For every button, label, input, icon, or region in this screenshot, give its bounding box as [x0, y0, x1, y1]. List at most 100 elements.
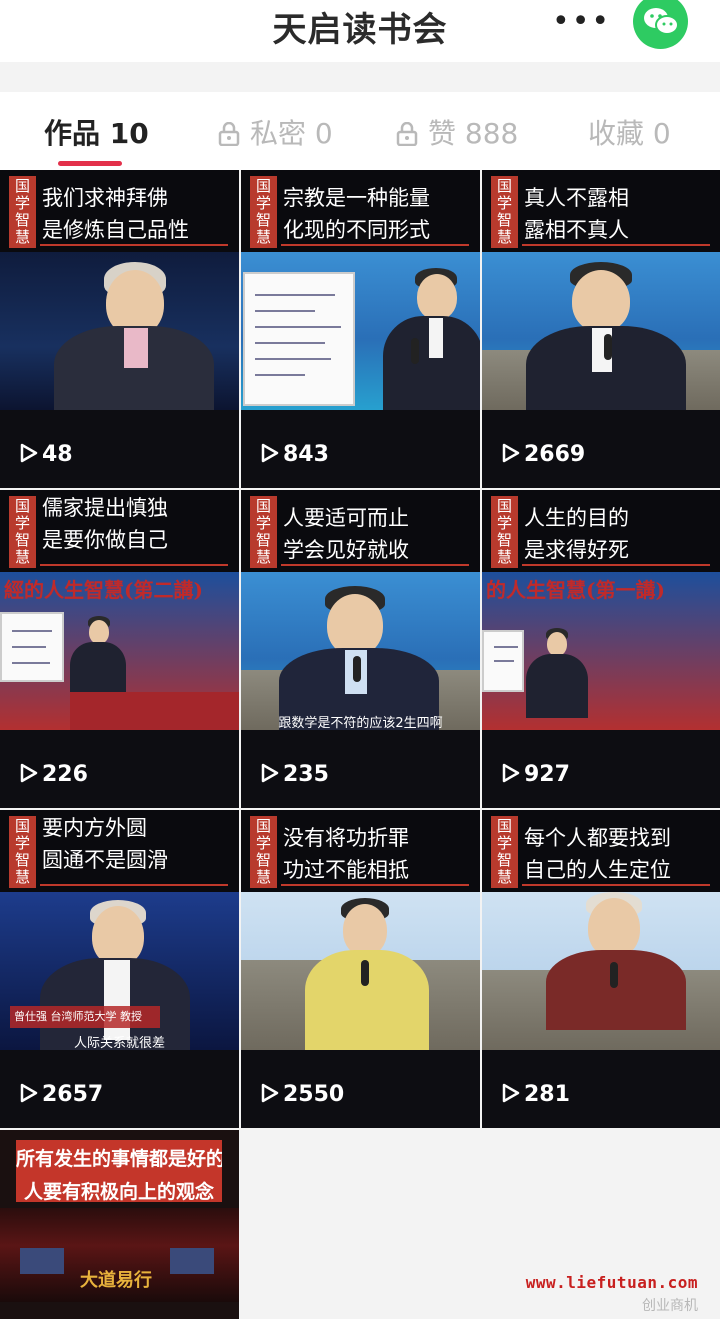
caption-divider [522, 884, 710, 886]
category-badge: 国学智慧 [250, 816, 277, 888]
whiteboard [243, 272, 355, 406]
caption-line-2: 学会见好就收 [283, 538, 409, 562]
video-card[interactable]: 国学智慧 宗教是一种能量 化现的不同形式 843 [241, 170, 480, 488]
video-thumbnail [241, 252, 480, 410]
video-card[interactable]: 所有发生的事情都是好的 人要有积极向上的观念 大道易行 [0, 1130, 239, 1319]
video-card[interactable]: 国学智慧 儒家提出慎独 是要你做自己 經的人生智慧(第二講) 226 [0, 490, 239, 808]
video-subtitle: 人际关系就很差 [73, 1036, 165, 1050]
video-thumbnail: 曾仕强 台湾师范大学 教授 人际关系就很差 [0, 892, 239, 1050]
caption-divider [40, 884, 228, 886]
tab-works[interactable]: 作品 10 [44, 112, 149, 152]
view-count: 235 [261, 762, 329, 787]
tab-favorites-label: 收藏 0 [588, 117, 671, 150]
tab-favorites[interactable]: 收藏 0 [588, 112, 671, 152]
video-thumbnail [241, 892, 480, 1050]
video-caption: 国学智慧 人要适可而止 学会见好就收 [241, 490, 480, 572]
play-icon [20, 1083, 38, 1103]
caption-line-1: 每个人都要找到 [524, 826, 671, 850]
caption-divider [281, 564, 469, 566]
video-thumbnail: 經的人生智慧(第二講) [0, 572, 239, 730]
caption-divider [522, 564, 710, 566]
video-caption: 国学智慧 真人不露相 露相不真人 [482, 170, 720, 252]
video-thumbnail: 跟数学是不符的应该2生四啊 [241, 572, 480, 730]
video-caption: 国学智慧 人生的目的 是求得好死 [482, 490, 720, 572]
play-icon [502, 1083, 520, 1103]
category-badge: 国学智慧 [491, 496, 518, 568]
caption-line-1: 要内方外圆 [42, 816, 147, 840]
view-count: 2657 [20, 1082, 103, 1107]
caption-line-2: 化现的不同形式 [283, 218, 430, 242]
profile-tabs: 作品 10 私密 0 赞 888 收藏 0 [0, 92, 720, 170]
category-badge: 国学智慧 [250, 496, 277, 568]
play-icon [261, 1083, 279, 1103]
caption-divider [281, 244, 469, 246]
caption-line-1: 我们求神拜佛 [42, 186, 168, 210]
video-thumbnail [0, 252, 239, 410]
caption-line-2: 是要你做自己 [42, 528, 168, 552]
view-count: 48 [20, 442, 73, 467]
lock-icon [218, 122, 240, 146]
app-header: 天启读书会 ••• [0, 0, 720, 62]
play-icon [261, 763, 279, 783]
stage-thumbnail: 大道易行 [0, 1208, 239, 1302]
video-card[interactable]: 国学智慧 每个人都要找到 自己的人生定位 281 [482, 810, 720, 1128]
caption-line-2: 自己的人生定位 [524, 858, 671, 882]
tab-likes[interactable]: 赞 888 [396, 112, 518, 152]
view-count: 2669 [502, 442, 585, 467]
play-icon [502, 443, 520, 463]
video-caption: 国学智慧 儒家提出慎独 是要你做自己 [0, 490, 239, 572]
active-tab-indicator [58, 161, 122, 166]
video-caption: 国学智慧 要内方外圆 圆通不是圆滑 [0, 810, 239, 892]
tab-likes-label: 赞 888 [428, 117, 519, 150]
whiteboard [0, 612, 64, 682]
tab-private[interactable]: 私密 0 [218, 112, 333, 152]
category-badge: 国学智慧 [9, 816, 36, 888]
video-card[interactable]: 国学智慧 没有将功折罪 功过不能相抵 2550 [241, 810, 480, 1128]
video-thumbnail: 的人生智慧(第一講) [482, 572, 720, 730]
category-badge: 国学智慧 [9, 496, 36, 568]
caption-line-1: 儒家提出慎独 [42, 496, 168, 520]
wechat-icon [644, 8, 679, 35]
caption-divider [40, 564, 228, 566]
play-icon [261, 443, 279, 463]
caption-line-1: 人生的目的 [524, 506, 629, 530]
video-caption: 国学智慧 我们求神拜佛 是修炼自己品性 [0, 170, 239, 252]
view-count: 281 [502, 1082, 570, 1107]
video-thumbnail [482, 892, 720, 1050]
video-card[interactable]: 国学智慧 人生的目的 是求得好死 的人生智慧(第一講) 927 [482, 490, 720, 808]
caption-line-1: 真人不露相 [524, 186, 629, 210]
view-count: 843 [261, 442, 329, 467]
caption-line-2: 圆通不是圆滑 [42, 848, 168, 872]
caption-line-2: 是修炼自己品性 [42, 218, 189, 242]
caption-line-2: 露相不真人 [524, 218, 629, 242]
category-badge: 国学智慧 [491, 816, 518, 888]
video-caption: 国学智慧 宗教是一种能量 化现的不同形式 [241, 170, 480, 252]
lecture-banner: 的人生智慧(第一講) [486, 578, 665, 602]
video-card[interactable]: 国学智慧 我们求神拜佛 是修炼自己品性 48 [0, 170, 239, 488]
caption-divider [522, 244, 710, 246]
more-options-button[interactable]: ••• [552, 4, 611, 39]
video-card[interactable]: 国学智慧 人要适可而止 学会见好就收 跟数学是不符的应该2生四啊 235 [241, 490, 480, 808]
source-watermark: 创业商机 [642, 1298, 698, 1314]
speaker-nameplate: 曾仕强 台湾师范大学 教授 [10, 1006, 160, 1028]
play-icon [20, 443, 38, 463]
site-watermark: www.liefutuan.com [525, 1273, 698, 1292]
page-title: 天启读书会 [272, 10, 448, 50]
video-subtitle: 跟数学是不符的应该2生四啊 [278, 716, 443, 730]
lecture-banner: 經的人生智慧(第二講) [4, 578, 203, 602]
view-count: 226 [20, 762, 88, 787]
whiteboard [482, 630, 524, 692]
caption-line-1: 没有将功折罪 [283, 826, 409, 850]
category-badge: 国学智慧 [9, 176, 36, 248]
caption-line-1: 人要适可而止 [283, 506, 409, 530]
poster-line-1: 所有发生的事情都是好的 [16, 1148, 222, 1170]
caption-line-2: 是求得好死 [524, 538, 629, 562]
poster-caption: 所有发生的事情都是好的 人要有积极向上的观念 [16, 1140, 222, 1203]
video-card[interactable]: 国学智慧 真人不露相 露相不真人 2669 [482, 170, 720, 488]
poster-line-2: 人要有积极向上的观念 [23, 1181, 214, 1203]
caption-divider [281, 884, 469, 886]
lock-icon [396, 122, 418, 146]
stage-banner-text: 大道易行 [80, 1270, 152, 1291]
video-card[interactable]: 国学智慧 要内方外圆 圆通不是圆滑 曾仕强 台湾师范大学 教授 人际关系就很差 … [0, 810, 239, 1128]
category-badge: 国学智慧 [250, 176, 277, 248]
